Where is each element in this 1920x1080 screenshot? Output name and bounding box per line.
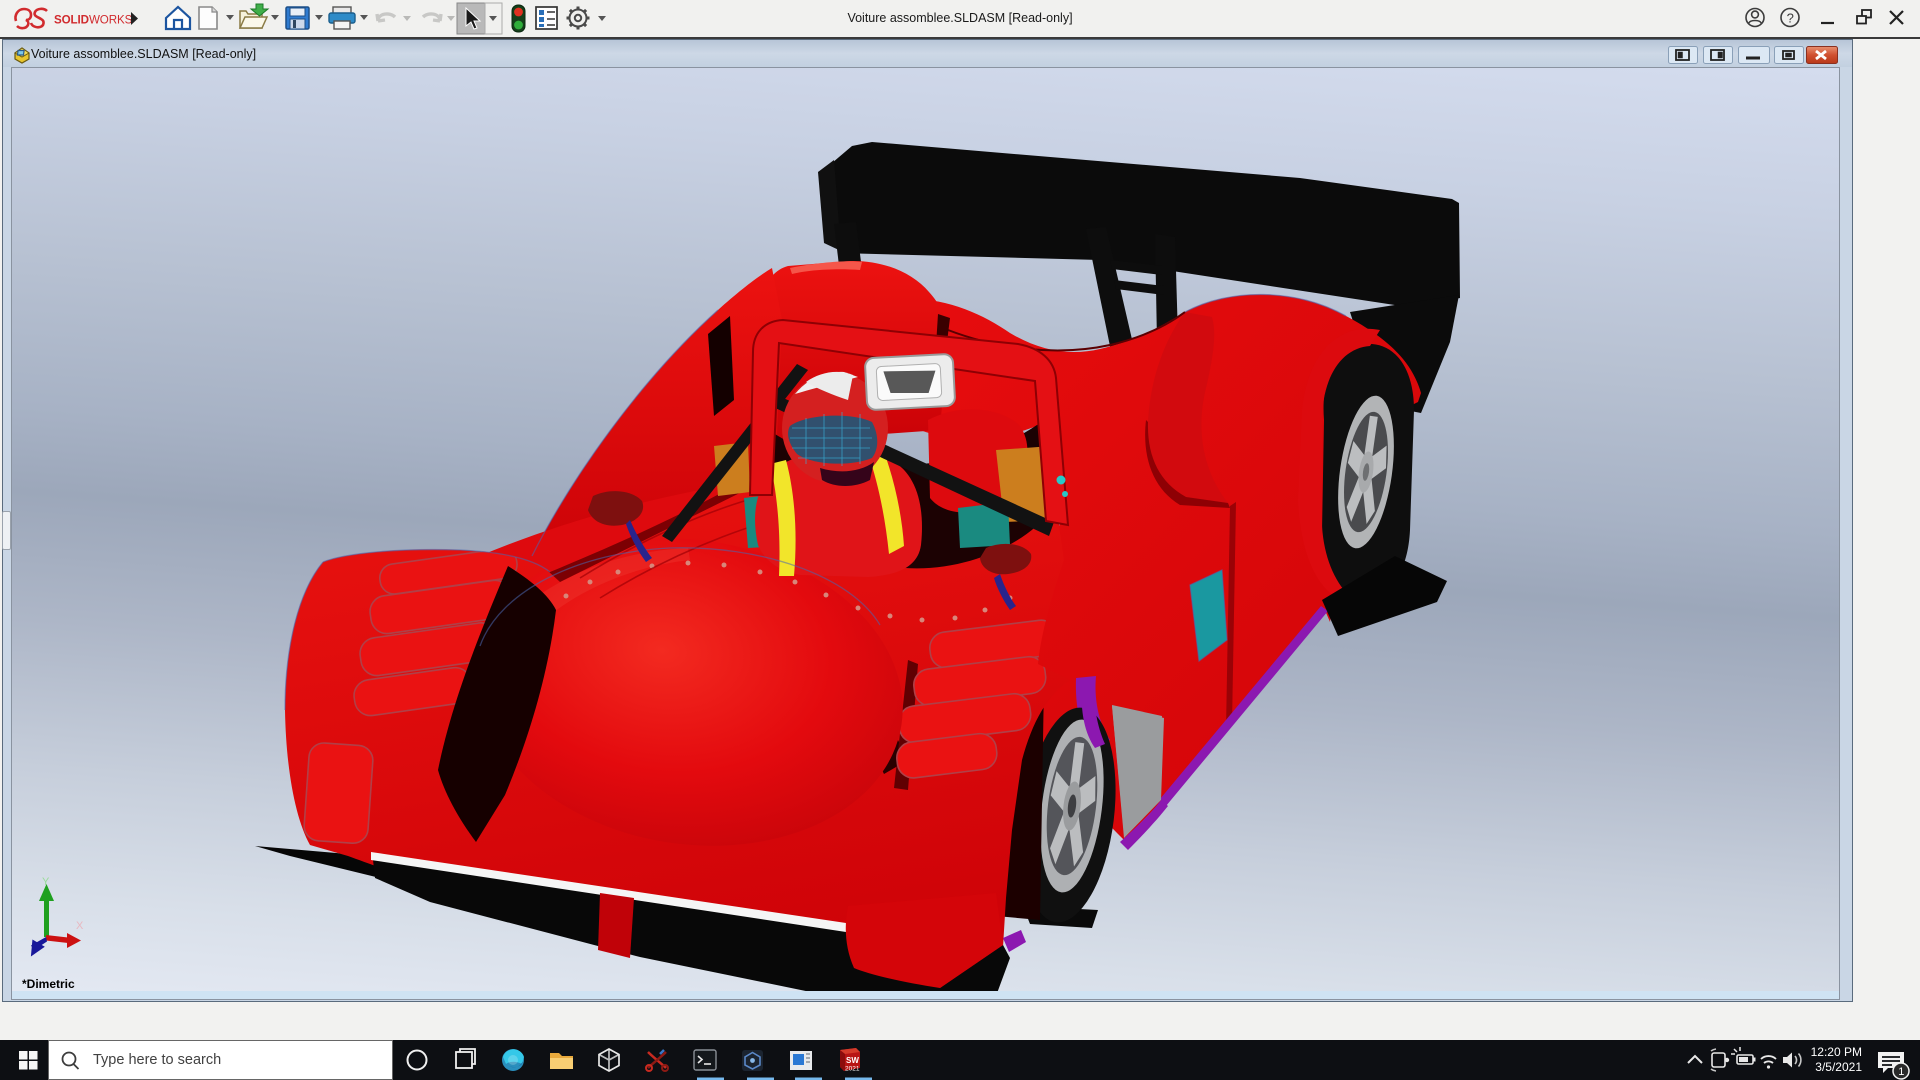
svg-text:2021: 2021 [845, 1066, 860, 1073]
svg-text:SW: SW [846, 1056, 859, 1065]
svg-text:1: 1 [1898, 1066, 1904, 1078]
svg-text:X: X [76, 920, 84, 932]
